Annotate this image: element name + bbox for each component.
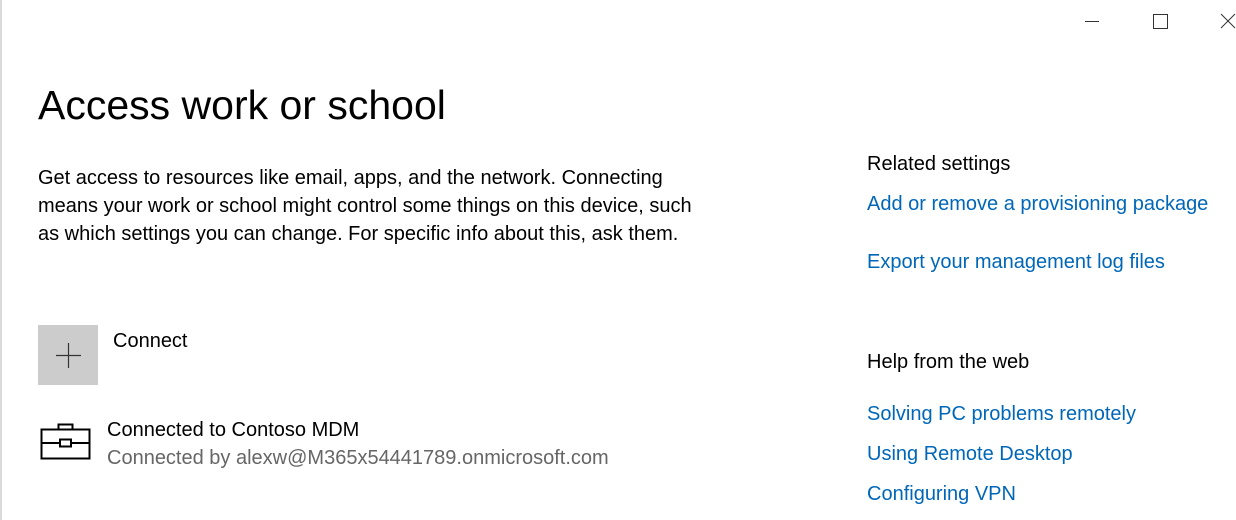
connect-label: Connect	[113, 330, 188, 352]
provisioning-package-link[interactable]: Add or remove a provisioning package	[867, 190, 1208, 218]
close-icon	[1220, 13, 1236, 29]
related-settings-heading: Related settings	[867, 153, 1011, 175]
close-button[interactable]	[1205, 0, 1236, 42]
minimize-icon	[1085, 21, 1099, 22]
solving-pc-problems-link[interactable]: Solving PC problems remotely	[867, 400, 1136, 428]
remote-desktop-link[interactable]: Using Remote Desktop	[867, 440, 1073, 468]
connect-tile[interactable]	[38, 325, 98, 385]
page-description: Get access to resources like email, apps…	[38, 167, 692, 245]
settings-window: Access work or school Get access to reso…	[0, 0, 1236, 520]
minimize-button[interactable]	[1068, 0, 1114, 42]
configuring-vpn-link[interactable]: Configuring VPN	[867, 480, 1016, 508]
briefcase-icon	[40, 423, 91, 460]
export-log-files-link[interactable]: Export your management log files	[867, 248, 1165, 276]
maximize-icon	[1153, 14, 1168, 29]
help-from-web-heading: Help from the web	[867, 351, 1030, 373]
account-subtitle: Connected by alexw@M365x54441789.onmicro…	[107, 447, 609, 469]
connected-account-item[interactable]: Connected to Contoso MDM Connected by al…	[38, 416, 678, 476]
plus-icon	[56, 343, 81, 368]
maximize-button[interactable]	[1137, 0, 1183, 42]
page-title: Access work or school	[38, 82, 446, 128]
account-title: Connected to Contoso MDM	[107, 419, 360, 441]
